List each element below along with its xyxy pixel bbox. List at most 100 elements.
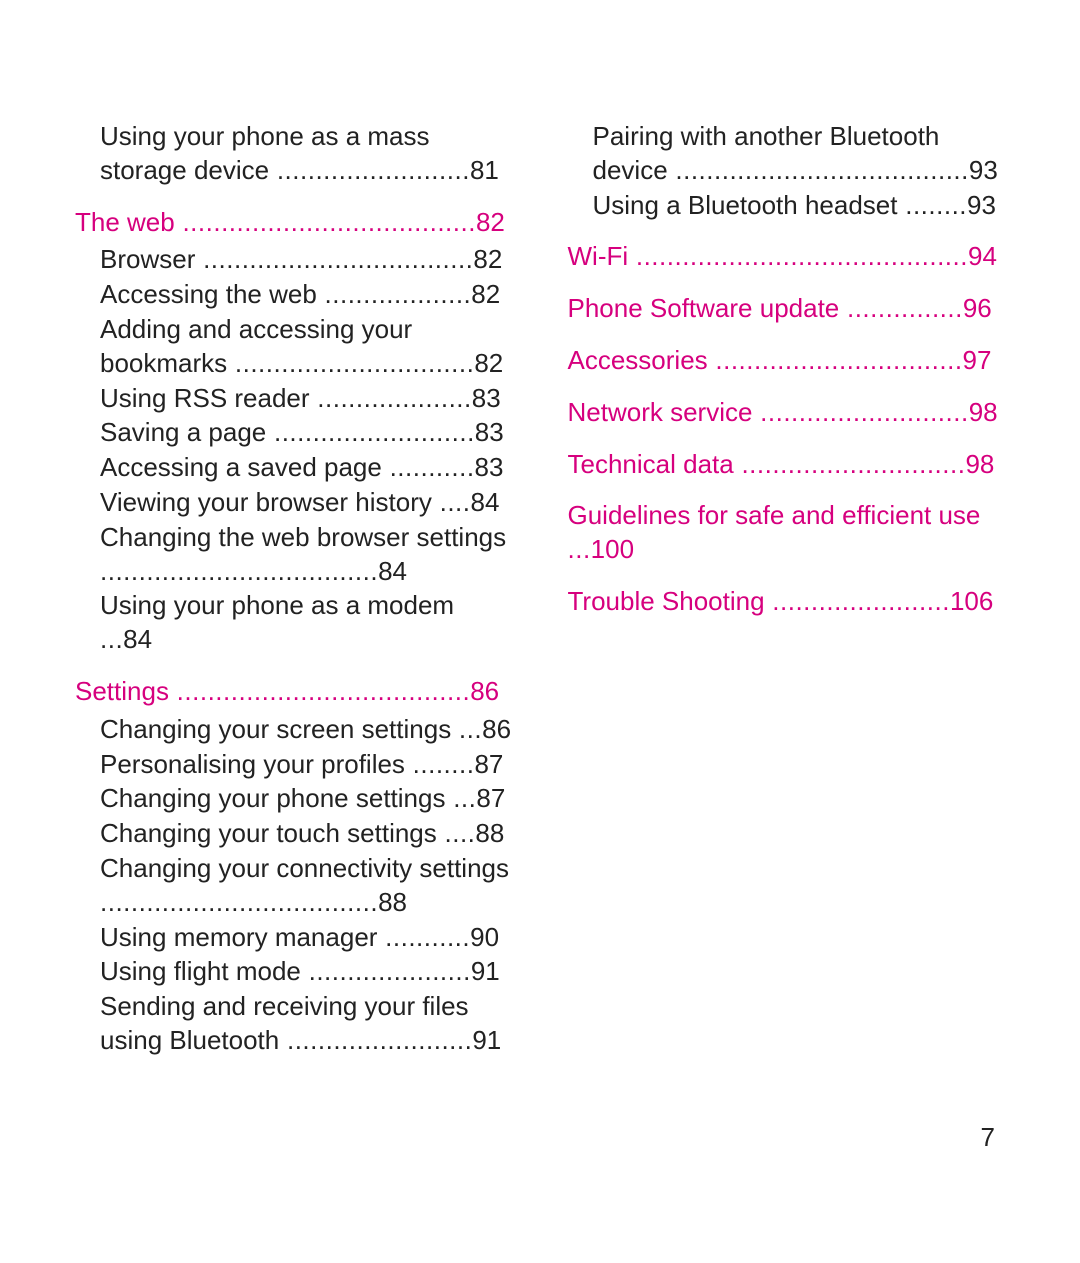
toc-entry: Viewing your browser history ....84 — [100, 486, 513, 520]
toc-section: Network service ........................… — [568, 396, 1006, 430]
toc-entry-page: 84 — [378, 556, 407, 586]
toc-section-page: 98 — [969, 397, 998, 427]
toc-section-page: 96 — [963, 293, 992, 323]
leader-dots: ...................................... — [668, 155, 969, 185]
leader-dots: ............................. — [734, 449, 966, 479]
toc-entry-label: Changing your touch settings — [100, 818, 437, 848]
toc-entry: Saving a page ..........................… — [100, 416, 513, 450]
toc-entry-page: 84 — [471, 487, 500, 517]
toc-entry-page: 91 — [471, 956, 500, 986]
toc-entry-page: 86 — [482, 714, 511, 744]
toc-section: Accessories ............................… — [568, 344, 1006, 378]
leader-dots: ... — [100, 624, 123, 654]
leader-dots: ..................... — [301, 956, 471, 986]
toc-entry: Adding and accessing your bookmarks ....… — [100, 313, 513, 381]
toc-entry: Using your phone as a mass storage devic… — [100, 120, 513, 188]
leader-dots: ...................................... — [169, 676, 470, 706]
leader-dots: ... — [451, 714, 482, 744]
toc-entry-label: Changing your connectivity settings — [100, 853, 509, 883]
toc-section-label: Network service — [568, 397, 753, 427]
leader-dots: ........................... — [752, 397, 968, 427]
toc-entry: Sending and receiving your files using B… — [100, 990, 513, 1058]
toc-entry: Changing your connectivity settings ....… — [100, 852, 513, 920]
toc-section-page: 82 — [476, 207, 505, 237]
toc-section-label: Guidelines for safe and efficient use — [568, 500, 981, 530]
toc-section-label: The web — [75, 207, 175, 237]
toc-entry-label: Accessing a saved page — [100, 452, 382, 482]
toc-section: The web ................................… — [75, 206, 513, 240]
toc-section: Phone Software update ...............96 — [568, 292, 1006, 326]
toc-section-label: Trouble Shooting — [568, 586, 765, 616]
leader-dots: .... — [432, 487, 471, 517]
toc-entry-label: Using your phone as a modem — [100, 590, 454, 620]
toc-section: Settings ...............................… — [75, 675, 513, 709]
toc-entry-label: Using a Bluetooth headset — [593, 190, 898, 220]
toc-entry-label: Using memory manager — [100, 922, 377, 952]
toc-entry-label: Using RSS reader — [100, 383, 310, 413]
toc-section-page: 106 — [950, 586, 993, 616]
leader-dots: .................................... — [100, 887, 378, 917]
toc-sub-list: Changing your screen settings ...86Perso… — [100, 713, 513, 1058]
leader-dots: ................................ — [708, 345, 963, 375]
toc-section-label: Wi-Fi — [568, 241, 629, 271]
toc-entry: Using a Bluetooth headset ........93 — [593, 189, 1006, 223]
toc-entry-label: Changing the web browser settings — [100, 522, 506, 552]
toc-entry-label: Changing your phone settings — [100, 783, 445, 813]
toc-entry-label: Accessing the web — [100, 279, 317, 309]
toc-entry: Changing the web browser settings ......… — [100, 521, 513, 589]
leader-dots: ................... — [317, 279, 471, 309]
leader-dots: ... — [568, 534, 591, 564]
toc-entry-page: 93 — [967, 190, 996, 220]
leader-dots: ...................................... — [175, 207, 476, 237]
page-number: 7 — [981, 1122, 995, 1153]
toc-section-label: Settings — [75, 676, 169, 706]
toc-columns: Using your phone as a mass storage devic… — [75, 120, 1005, 1059]
leader-dots: ... — [445, 783, 476, 813]
leader-dots: ............... — [839, 293, 963, 323]
toc-sub-list: Pairing with another Bluetooth device ..… — [593, 120, 1006, 222]
toc-section-page: 86 — [470, 676, 499, 706]
toc-section-page: 100 — [591, 534, 634, 564]
toc-entry: Changing your touch settings ....88 — [100, 817, 513, 851]
toc-section-page: 98 — [965, 449, 994, 479]
toc-entry-label: Saving a page — [100, 417, 266, 447]
leader-dots: ......................... — [269, 155, 470, 185]
toc-entry: Accessing the web ...................82 — [100, 278, 513, 312]
toc-entry: Changing your screen settings ...86 — [100, 713, 513, 747]
toc-entry: Pairing with another Bluetooth device ..… — [593, 120, 1006, 188]
toc-sub-list: Browser ................................… — [100, 243, 513, 657]
toc-entry-page: 91 — [472, 1025, 501, 1055]
toc-entry-label: Using flight mode — [100, 956, 301, 986]
leader-dots: ........................ — [279, 1025, 472, 1055]
toc-entry: Accessing a saved page ...........83 — [100, 451, 513, 485]
toc-entry: Using flight mode .....................9… — [100, 955, 513, 989]
leader-dots: .......................... — [266, 417, 475, 447]
toc-entry-label: Browser — [100, 244, 195, 274]
toc-section-label: Technical data — [568, 449, 734, 479]
leader-dots: ........... — [382, 452, 475, 482]
toc-entry: Using your phone as a modem ...84 — [100, 589, 513, 657]
toc-entry-page: 81 — [470, 155, 499, 185]
leader-dots: ............................... — [227, 348, 474, 378]
leader-dots: ........ — [405, 749, 475, 779]
toc-section-page: 94 — [968, 241, 997, 271]
toc-entry-label: Personalising your profiles — [100, 749, 405, 779]
toc-entry-page: 82 — [473, 244, 502, 274]
toc-entry-page: 84 — [123, 624, 152, 654]
toc-entry: Changing your phone settings ...87 — [100, 782, 513, 816]
toc-section: Wi-Fi ..................................… — [568, 240, 1006, 274]
toc-left-column: Using your phone as a mass storage devic… — [75, 120, 513, 1059]
leader-dots: .................... — [310, 383, 472, 413]
leader-dots: ........... — [377, 922, 470, 952]
toc-entry-page: 88 — [475, 818, 504, 848]
leader-dots: ........................................… — [628, 241, 968, 271]
toc-entry-page: 83 — [472, 383, 501, 413]
toc-section-page: 97 — [963, 345, 992, 375]
toc-section-label: Accessories — [568, 345, 708, 375]
leader-dots: .................................... — [100, 556, 378, 586]
toc-entry: Using memory manager ...........90 — [100, 921, 513, 955]
toc-entry-page: 83 — [475, 452, 504, 482]
toc-entry-page: 82 — [474, 348, 503, 378]
toc-entry: Personalising your profiles ........87 — [100, 748, 513, 782]
toc-entry-page: 90 — [470, 922, 499, 952]
